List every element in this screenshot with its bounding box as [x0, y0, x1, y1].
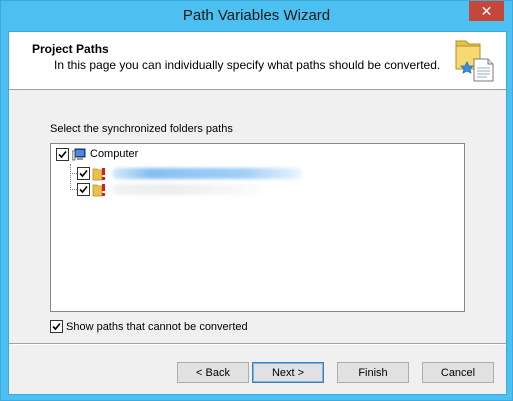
folder-document-icon [455, 40, 494, 82]
tree-item-folder[interactable] [77, 181, 262, 197]
close-icon: ✕ [480, 3, 493, 19]
footer-divider [9, 343, 506, 345]
folder-warning-icon [92, 167, 105, 180]
tree-item-folder[interactable] [77, 165, 302, 181]
section-label: Select the synchronized folders paths [50, 123, 233, 135]
folder-warning-icon [92, 183, 105, 196]
show-paths-label: Show paths that cannot be converted [66, 320, 248, 333]
wizard-header: Project Paths In this page you can indiv… [9, 32, 506, 90]
check-mark-icon [58, 150, 67, 158]
show-paths-option[interactable]: Show paths that cannot be converted [50, 320, 248, 333]
tree-item-computer[interactable]: Computer [56, 146, 138, 162]
next-button[interactable]: Next > [252, 362, 324, 383]
page-title: Project Paths [32, 42, 109, 56]
back-button[interactable]: < Back [177, 362, 249, 383]
window-title: Path Variables Wizard [182, 7, 331, 24]
folder-checkbox[interactable] [77, 182, 90, 196]
wizard-window: Path Variables Wizard ✕ Project Paths In… [0, 0, 513, 401]
folder-tree[interactable]: Computer [50, 143, 465, 312]
finish-button[interactable]: Finish [337, 362, 409, 383]
cancel-button[interactable]: Cancel [422, 362, 494, 383]
check-mark-icon [79, 169, 88, 177]
wizard-client-area: Project Paths In this page you can indiv… [8, 31, 507, 395]
check-mark-icon [79, 185, 88, 193]
computer-checkbox[interactable] [56, 147, 69, 161]
tree-connector [70, 164, 71, 190]
close-button[interactable]: ✕ [469, 1, 504, 21]
title-bar[interactable]: Path Variables Wizard ✕ [1, 1, 512, 31]
redacted-path [112, 167, 302, 179]
folder-checkbox[interactable] [77, 166, 90, 180]
redacted-path [112, 183, 262, 195]
page-description: In this page you can individually specif… [54, 58, 441, 72]
check-mark-icon [52, 322, 61, 331]
show-paths-checkbox[interactable] [50, 320, 63, 333]
tree-item-label: Computer [90, 148, 139, 160]
computer-icon [72, 148, 86, 160]
